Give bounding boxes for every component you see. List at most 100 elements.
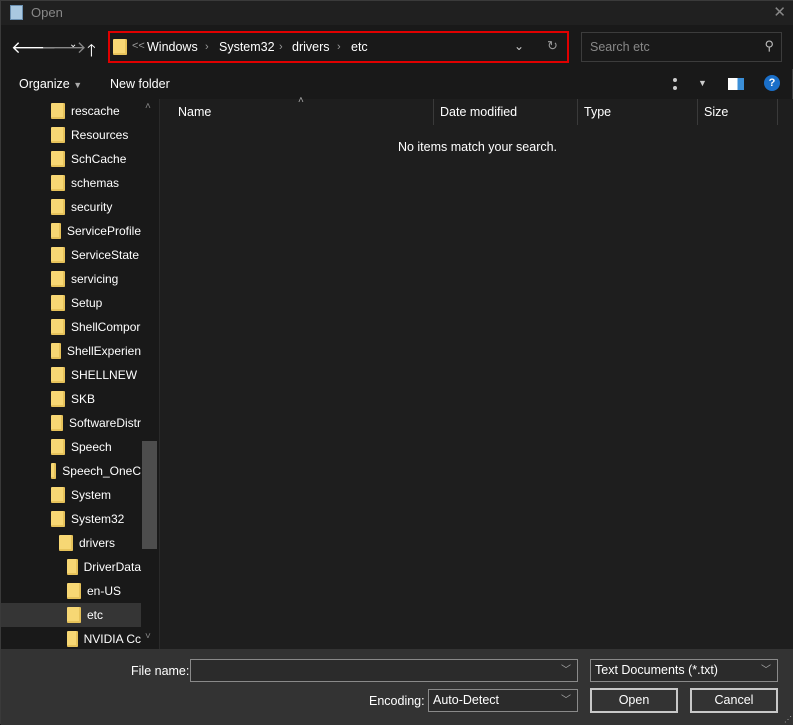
tree-item[interactable]: security xyxy=(1,195,141,219)
tree-item[interactable]: ShellExperien xyxy=(1,339,141,363)
folder-icon xyxy=(51,319,65,335)
scroll-down-icon[interactable]: ˅ xyxy=(145,631,151,642)
tree-item[interactable]: etc xyxy=(1,603,141,627)
tree-item[interactable]: ServiceState xyxy=(1,243,141,267)
chevron-right-icon: › xyxy=(337,41,341,53)
encoding-label: Encoding: xyxy=(369,694,425,708)
overflow-icon[interactable]: << xyxy=(132,40,145,52)
scrollbar-thumb[interactable] xyxy=(142,441,157,549)
command-bar: Organize ▼ New folder ▼ ? xyxy=(1,69,793,99)
search-input[interactable]: Search etc ⚲ xyxy=(581,32,782,62)
tree-item[interactable]: drivers xyxy=(1,531,141,555)
folder-icon xyxy=(51,247,65,263)
file-name-input[interactable]: ﹀ xyxy=(190,659,578,682)
tree-item[interactable]: SHELLNEW xyxy=(1,363,141,387)
column-date-modified[interactable]: Date modified xyxy=(434,99,578,125)
folder-icon xyxy=(67,631,78,647)
tree-item[interactable]: rescache xyxy=(1,99,141,123)
cancel-button[interactable]: Cancel xyxy=(690,688,778,713)
tree-item[interactable]: servicing xyxy=(1,267,141,291)
tree-item-label: NVIDIA Cc xyxy=(83,632,141,646)
resize-grip-icon[interactable]: ⋰ xyxy=(784,715,792,724)
breadcrumb-system32[interactable]: System32 xyxy=(219,40,275,54)
tree-item[interactable]: SKB xyxy=(1,387,141,411)
view-dropdown-icon[interactable]: ▼ xyxy=(698,78,707,88)
tree-item-label: ServiceProfile xyxy=(66,224,141,238)
breadcrumb-windows[interactable]: Windows xyxy=(147,40,198,54)
column-name[interactable]: Name xyxy=(172,99,434,125)
breadcrumb-drivers[interactable]: drivers xyxy=(292,40,330,54)
tree-item-label: ShellCompor xyxy=(71,320,141,334)
tree-item-label: System32 xyxy=(71,512,125,526)
folder-icon xyxy=(51,415,63,431)
tree-item[interactable]: NVIDIA Cc xyxy=(1,627,141,649)
folder-icon xyxy=(51,175,65,191)
tree-item[interactable]: DriverData xyxy=(1,555,141,579)
preview-pane-icon[interactable] xyxy=(728,78,744,90)
chevron-right-icon: › xyxy=(205,41,209,53)
tree-item-label: DriverData xyxy=(83,560,141,574)
tree-item-label: security xyxy=(71,200,113,214)
window-title: Open xyxy=(31,5,63,20)
tree-item-label: etc xyxy=(87,608,104,622)
folder-icon xyxy=(51,127,65,143)
open-button[interactable]: Open xyxy=(590,688,678,713)
tree-item[interactable]: Speech_OneC xyxy=(1,459,141,483)
tree-item-label: ServiceState xyxy=(71,248,140,262)
tree-item[interactable]: SchCache xyxy=(1,147,141,171)
tree-item-label: drivers xyxy=(79,536,116,550)
new-folder-button[interactable]: New folder xyxy=(110,77,170,91)
file-type-select[interactable]: Text Documents (*.txt) ﹀ xyxy=(590,659,778,682)
tree-item[interactable]: ShellCompor xyxy=(1,315,141,339)
tree-item[interactable]: Setup xyxy=(1,291,141,315)
tree-item-label: Speech xyxy=(71,440,112,454)
tree-item-label: rescache xyxy=(71,104,120,118)
tree-item-label: System xyxy=(71,488,112,502)
tree-scrollbar[interactable]: ˄ ˅ xyxy=(142,99,158,649)
tree-item-label: servicing xyxy=(71,272,119,286)
refresh-icon[interactable]: ↻ xyxy=(547,38,558,54)
tree-item[interactable]: Speech xyxy=(1,435,141,459)
search-icon[interactable]: ⚲ xyxy=(764,38,774,54)
folder-icon xyxy=(67,607,81,623)
column-size[interactable]: Size xyxy=(698,99,778,125)
forward-button[interactable]: 🡒 xyxy=(41,38,87,58)
folder-icon xyxy=(51,439,65,455)
breadcrumb-etc[interactable]: etc xyxy=(351,40,368,54)
folder-icon xyxy=(67,583,81,599)
tree-item[interactable]: en-US xyxy=(1,579,141,603)
file-list: ˄ Name Date modified Type Size No items … xyxy=(159,95,793,649)
help-icon[interactable]: ? xyxy=(764,75,780,91)
tree-item-label: Resources xyxy=(71,128,129,142)
tree-item[interactable]: schemas xyxy=(1,171,141,195)
navigation-tree: rescache Resources SchCache schemas security… xyxy=(1,99,158,649)
tree-item-label: Setup xyxy=(71,296,103,310)
folder-icon xyxy=(51,463,57,479)
folder-icon xyxy=(51,199,65,215)
tree-item[interactable]: ServiceProfile xyxy=(1,219,141,243)
organize-label: Organize xyxy=(19,77,70,91)
file-type-value: Text Documents (*.txt) xyxy=(595,663,718,677)
column-type[interactable]: Type xyxy=(578,99,698,125)
tree-item[interactable]: Resources xyxy=(1,123,141,147)
folder-icon xyxy=(59,535,73,551)
encoding-select[interactable]: Auto-Detect ﹀ xyxy=(428,689,578,712)
recent-locations-chevron-icon[interactable]: ⌄ xyxy=(69,39,77,50)
view-options-icon[interactable] xyxy=(673,78,689,90)
dialog-footer: File name: ﹀ Text Documents (*.txt) ﹀ Enc… xyxy=(1,649,793,725)
chevron-down-icon[interactable]: ﹀ xyxy=(561,660,571,681)
tree-item[interactable]: System xyxy=(1,483,141,507)
address-dropdown-icon[interactable]: ⌄ xyxy=(514,39,524,53)
title-bar: Open ✕ xyxy=(1,1,793,25)
scroll-up-icon[interactable]: ˄ xyxy=(145,101,151,112)
organize-button[interactable]: Organize ▼ xyxy=(19,77,82,91)
folder-icon xyxy=(51,223,61,239)
tree-item-label: SHELLNEW xyxy=(71,368,138,382)
up-button[interactable]: 🡑 xyxy=(87,38,96,67)
tree-item[interactable]: SoftwareDistr xyxy=(1,411,141,435)
chevron-down-icon: ﹀ xyxy=(561,695,571,706)
address-bar[interactable]: << Windows › System32 › drivers › etc ⌄ … xyxy=(108,31,569,63)
folder-icon xyxy=(51,271,65,287)
close-button[interactable]: ✕ xyxy=(773,3,786,21)
tree-item[interactable]: System32 xyxy=(1,507,141,531)
